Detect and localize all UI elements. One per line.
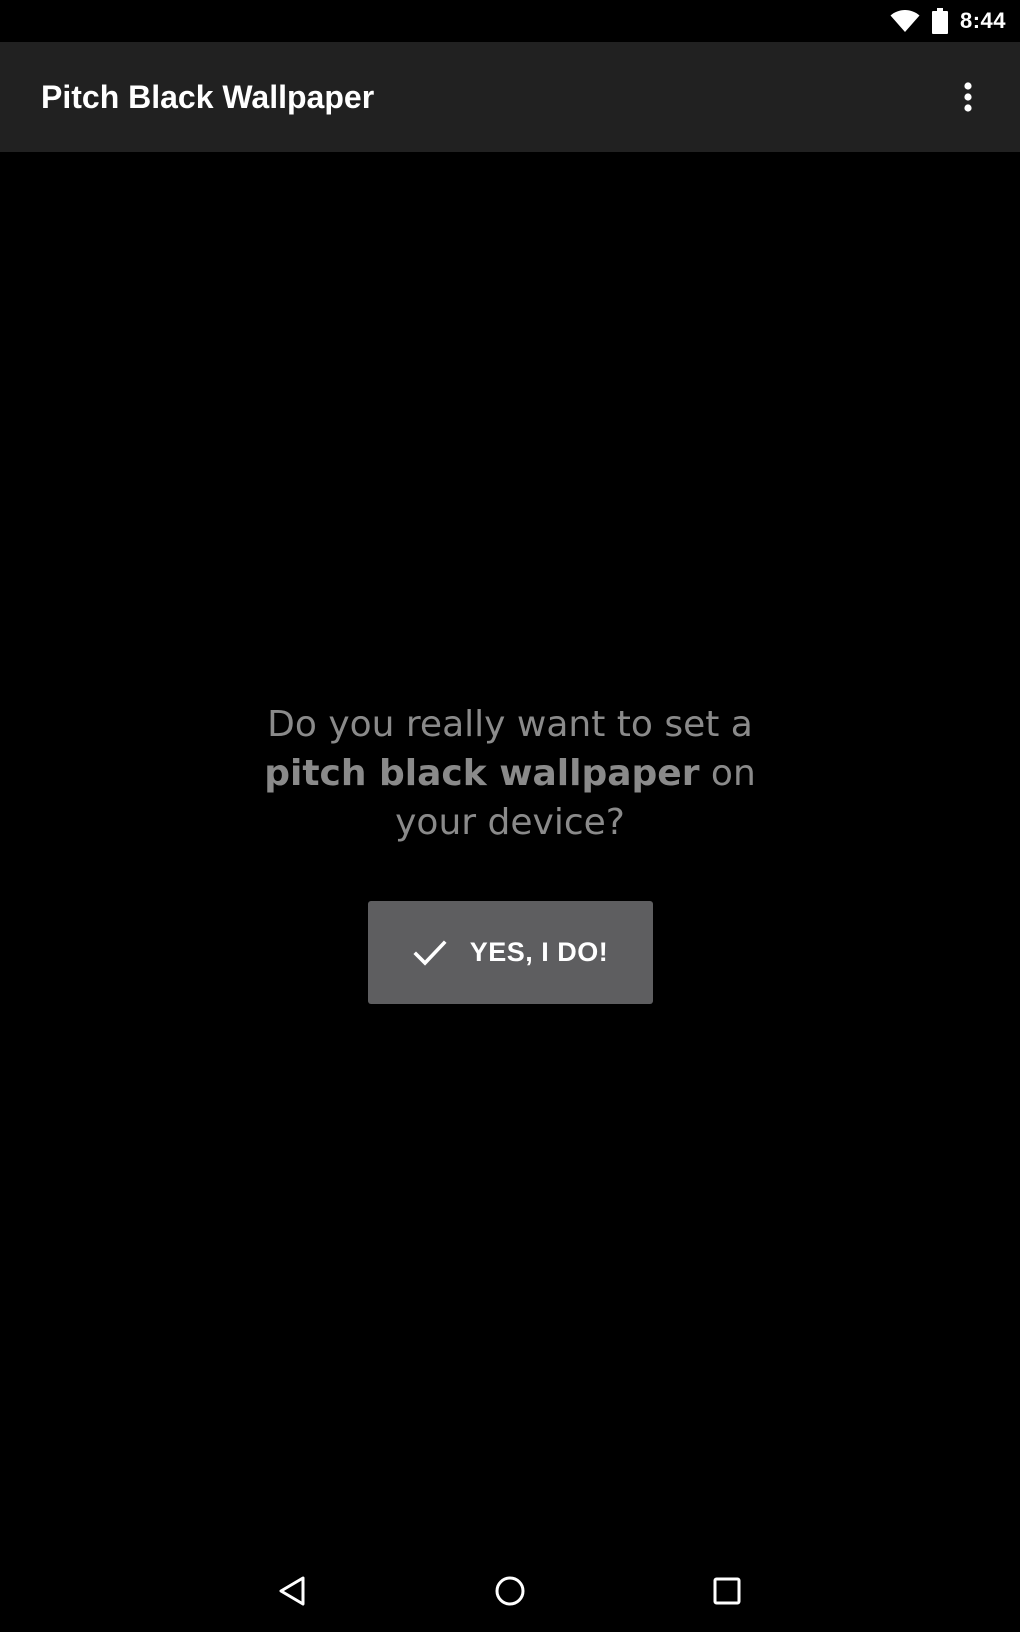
nav-back-button[interactable] [260,1559,324,1623]
more-vert-icon [964,82,972,112]
status-time: 8:44 [959,8,1006,33]
app-title: Pitch Black Wallpaper [41,78,375,115]
navigation-bar [0,1550,1020,1632]
main-content: Do you really want to set a pitch black … [0,152,1020,1550]
back-icon [279,1576,305,1606]
home-icon [495,1576,525,1606]
screen: 8:44 Pitch Black Wallpaper Do you really… [0,0,1020,1632]
check-icon [413,939,447,966]
confirm-button[interactable]: YES, I DO! [367,901,653,1004]
confirm-button-label: YES, I DO! [469,937,609,967]
nav-home-button[interactable] [478,1559,542,1623]
recents-icon [713,1577,741,1605]
status-bar: 8:44 [0,0,1020,42]
nav-recents-button[interactable] [695,1559,759,1623]
overflow-menu-button[interactable] [944,73,992,121]
wifi-icon [890,10,920,32]
battery-icon [931,8,948,34]
question-text-start: Do you really want to set a [267,704,753,745]
app-bar: Pitch Black Wallpaper [0,42,1020,152]
question-text-emphasis: pitch black wallpaper [264,753,700,794]
confirmation-question: Do you really want to set a pitch black … [250,700,770,847]
